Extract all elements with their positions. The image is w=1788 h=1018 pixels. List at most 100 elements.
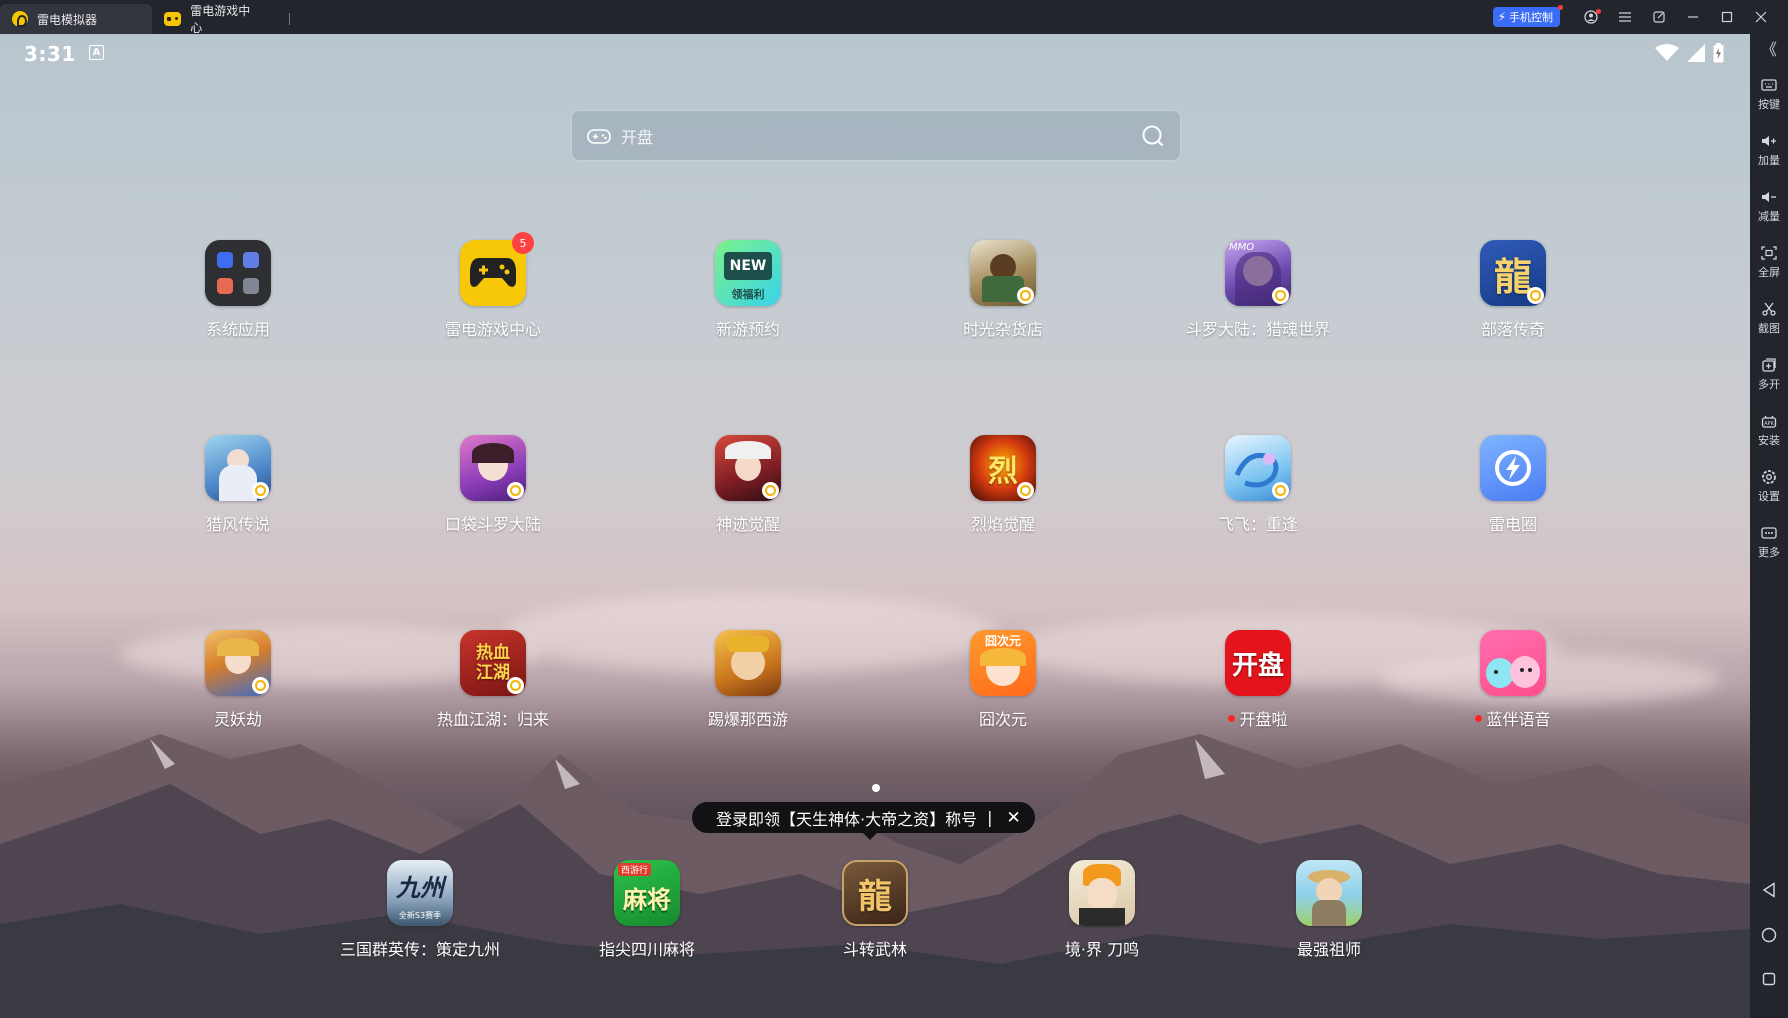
toolbar-label: 安装 xyxy=(1758,434,1780,447)
ld-badge-icon xyxy=(252,677,269,694)
status-system-icons xyxy=(1655,43,1724,63)
app-leidian-circle[interactable]: 雷电圈 xyxy=(1413,435,1613,535)
new-games-icon: NEW 领福利 xyxy=(715,240,781,306)
app-label: 指尖四川麻将 xyxy=(598,940,695,959)
sanguo-icon: 九州 全新S3赛季 xyxy=(387,860,453,926)
app-time-grocery[interactable]: 时光杂货店 xyxy=(903,240,1103,340)
app-flame-awakening[interactable]: 烈 烈焰觉醒 xyxy=(903,435,1103,535)
nav-recents-button[interactable] xyxy=(1750,972,1788,986)
app-lanban-voice[interactable]: 蓝伴语音 xyxy=(1413,630,1613,730)
gamepad-icon xyxy=(587,128,611,144)
dock-app-sichuan-mahjong[interactable]: 西游行 麻将 指尖四川麻将 xyxy=(547,860,747,960)
app-jiong-ciyuan[interactable]: 囧次元 囧次元 xyxy=(903,630,1103,730)
phone-control-label: 手机控制 xyxy=(1509,11,1553,24)
app-label: 系统应用 xyxy=(205,320,270,339)
toolbar-label: 设置 xyxy=(1758,490,1780,503)
maximize-button[interactable] xyxy=(1710,0,1744,34)
app-label: 囧次元 xyxy=(978,710,1027,729)
phone-control-button[interactable]: ⚡ 手机控制 xyxy=(1492,5,1564,27)
toolbar-fullscreen[interactable]: 全屏 xyxy=(1750,244,1788,280)
ld-badge-icon xyxy=(1527,287,1544,304)
search-bar[interactable]: 开盘 xyxy=(571,110,1181,161)
toolbar-screenshot[interactable]: 截图 xyxy=(1750,300,1788,336)
nav-home-button[interactable] xyxy=(1750,927,1788,943)
app-hot-blood-jianghu[interactable]: 热血江湖 热血江湖：归来 xyxy=(393,630,593,730)
kaipan-icon: 开盘 xyxy=(1225,630,1291,696)
back-triangle-icon xyxy=(1762,882,1775,898)
strongest-master-icon xyxy=(1296,860,1362,926)
app-label: 境·界 刀鸣 xyxy=(1064,940,1140,959)
tooltip-close-button[interactable]: ✕ xyxy=(1002,808,1024,828)
app-system-apps[interactable]: 系统应用 xyxy=(138,240,338,340)
scissors-icon xyxy=(1760,300,1778,318)
account-button[interactable] xyxy=(1574,0,1608,34)
app-tribe-legend[interactable]: 龍 部落传奇 xyxy=(1413,240,1613,340)
dock-app-strongest-master[interactable]: 最强祖师 xyxy=(1229,860,1429,960)
bolt-icon: ⚡ xyxy=(1497,10,1506,24)
ld-badge-icon xyxy=(1017,482,1034,499)
app-game-center[interactable]: 5 雷电游戏中心 xyxy=(393,232,593,340)
gamepad-icon xyxy=(164,12,182,26)
page-indicator xyxy=(872,784,880,792)
dock-app-douzhuan-wulin[interactable]: 龍 斗转武林 xyxy=(775,860,975,960)
tab-game-center[interactable]: 雷电游戏中心 xyxy=(152,4,302,35)
dock-app-sanguo[interactable]: 九州 全新S3赛季 三国群英传：策定九州 xyxy=(320,860,520,960)
minimize-button[interactable] xyxy=(1676,0,1710,34)
nav-back-button[interactable] xyxy=(1750,882,1788,898)
app-douluo-hunting[interactable]: MMO 斗罗大陆：猎魂世界 xyxy=(1158,240,1358,340)
toolbar-install-apk[interactable]: APK 安装 xyxy=(1750,412,1788,448)
collapse-toolbar-button[interactable]: 《 xyxy=(1750,34,1788,62)
status-clock: 3:31 xyxy=(24,42,76,66)
app-label: 部落传奇 xyxy=(1480,320,1545,339)
tab-emulator[interactable]: 雷电模拟器 xyxy=(0,4,152,34)
close-window-button[interactable] xyxy=(1744,0,1778,34)
toolbar-label: 截图 xyxy=(1758,322,1780,335)
sichuan-mahjong-icon: 西游行 麻将 xyxy=(614,860,680,926)
leidian-circle-icon xyxy=(1480,435,1546,501)
popout-button[interactable] xyxy=(1642,0,1676,34)
toolbar-volume-up[interactable]: 加量 xyxy=(1750,132,1788,168)
system-apps-folder-icon xyxy=(205,240,271,306)
volume-down-icon xyxy=(1760,188,1778,206)
new-app-dot xyxy=(1475,714,1483,722)
tooltip-separator: | xyxy=(987,808,993,827)
toolbar-more[interactable]: 更多 xyxy=(1750,524,1788,560)
toolbar-label: 全屏 xyxy=(1758,266,1780,279)
ldplayer-logo-icon xyxy=(12,11,28,27)
app-label: 神迹觉醒 xyxy=(715,515,780,534)
toolbar-volume-down[interactable]: 减量 xyxy=(1750,188,1788,224)
app-kick-journey-west[interactable]: 踢爆那西游 xyxy=(648,630,848,730)
notification-dot xyxy=(1596,9,1601,14)
minimize-icon xyxy=(1688,16,1698,18)
toolbar-keymap[interactable]: 按键 xyxy=(1750,76,1788,112)
hamburger-icon xyxy=(1619,12,1631,22)
app-pocket-douluo[interactable]: 口袋斗罗大陆 xyxy=(393,435,593,535)
bleach-icon xyxy=(1069,860,1135,926)
tooltip-text: 登录即领【天生神体·大帝之资】称号 xyxy=(716,809,978,829)
app-hunting-wind[interactable]: 猎风传说 xyxy=(138,435,338,535)
ld-badge-icon xyxy=(1017,287,1034,304)
app-label: 飞飞：重逢 xyxy=(1217,515,1298,534)
multi-instance-icon xyxy=(1760,356,1778,374)
app-feifei-reunion[interactable]: 飞飞：重逢 xyxy=(1158,435,1358,535)
fullscreen-icon xyxy=(1760,244,1778,262)
signal-icon xyxy=(1687,44,1705,62)
toolbar-settings[interactable]: 设置 xyxy=(1750,468,1788,504)
app-kaipan[interactable]: 开盘 开盘啦 xyxy=(1158,630,1358,730)
toolbar-multi-instance[interactable]: 多开 xyxy=(1750,356,1788,392)
douzhuan-wulin-icon: 龍 xyxy=(842,860,908,926)
search-icon[interactable] xyxy=(1141,124,1165,148)
volume-up-icon xyxy=(1760,132,1778,150)
dock-app-bleach[interactable]: 境·界 刀鸣 xyxy=(1002,860,1202,960)
ld-badge-icon xyxy=(762,482,779,499)
more-icon xyxy=(1760,524,1778,542)
app-spirit-demon[interactable]: 灵妖劫 xyxy=(138,630,338,730)
search-input[interactable]: 开盘 xyxy=(621,124,1141,148)
app-label: 新游预约 xyxy=(715,320,780,339)
app-miracle-awakening[interactable]: 神迹觉醒 xyxy=(648,435,848,535)
home-circle-icon xyxy=(1761,927,1777,943)
app-new-game-reservation[interactable]: NEW 领福利 新游预约 xyxy=(648,240,848,340)
android-home-screen: 3:31 A 开盘 系统应用 5 雷电游戏中心 NEW 领福利 新游预约 时光杂… xyxy=(0,34,1750,1018)
app-label: 踢爆那西游 xyxy=(707,710,788,729)
menu-button[interactable] xyxy=(1608,0,1642,34)
